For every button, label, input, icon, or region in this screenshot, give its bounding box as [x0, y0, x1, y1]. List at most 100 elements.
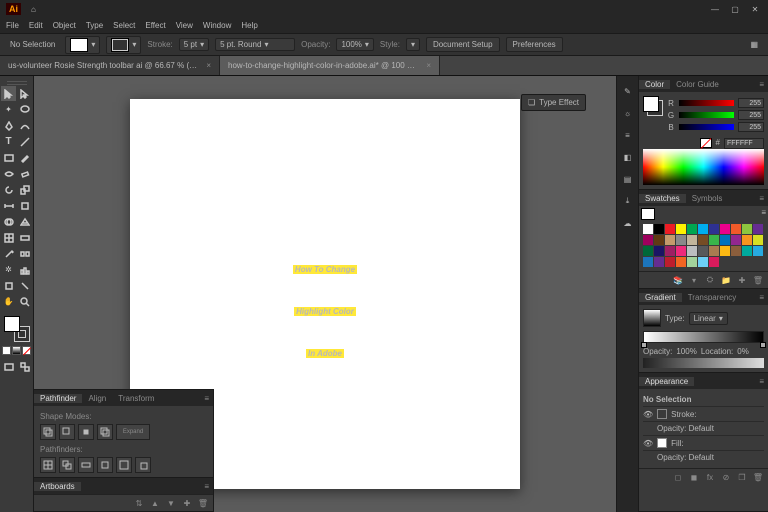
add-effect-icon[interactable]: fx	[704, 471, 716, 483]
new-swatch-icon[interactable]: ✚	[736, 274, 748, 286]
swatch[interactable]	[742, 246, 752, 256]
tab-transparency[interactable]: Transparency	[682, 293, 743, 302]
tab-color[interactable]: Color	[639, 80, 670, 89]
tab-pathfinder[interactable]: Pathfinder	[34, 394, 82, 403]
free-transform-tool[interactable]	[17, 198, 32, 213]
minimize-button[interactable]: —	[708, 4, 722, 14]
move-down-icon[interactable]: ▼	[165, 497, 177, 509]
scale-tool[interactable]	[17, 182, 32, 197]
width-tool[interactable]	[1, 198, 16, 213]
slice-tool[interactable]	[17, 278, 32, 293]
menu-edit[interactable]: Edit	[29, 21, 43, 30]
swatch[interactable]	[687, 257, 697, 267]
color-spectrum[interactable]	[643, 149, 764, 185]
swatch[interactable]	[698, 235, 708, 245]
grad-location[interactable]: 0%	[737, 347, 749, 356]
g-slider[interactable]	[679, 112, 734, 118]
swatch[interactable]	[665, 224, 675, 234]
swatch[interactable]	[753, 235, 763, 245]
add-fill-icon[interactable]: ◼	[688, 471, 700, 483]
tab-transform[interactable]: Transform	[112, 394, 160, 403]
opacity-ramp[interactable]	[643, 358, 764, 368]
symbols-icon[interactable]: ☼	[621, 106, 635, 120]
exclude-button[interactable]	[97, 424, 113, 440]
brush-preset[interactable]: 5 pt. Round ▾	[215, 38, 295, 51]
trash-icon[interactable]: 🗑	[752, 471, 764, 483]
panel-menu-icon[interactable]: ≡	[753, 377, 768, 386]
r-slider[interactable]	[679, 100, 734, 106]
home-icon[interactable]: ⌂	[31, 5, 36, 14]
style-preset[interactable]: ▾	[406, 38, 420, 51]
menu-window[interactable]: Window	[203, 21, 231, 30]
swatch[interactable]	[687, 224, 697, 234]
hand-tool[interactable]: ✋	[1, 294, 16, 309]
perspective-tool[interactable]	[17, 214, 32, 229]
swatch[interactable]	[742, 235, 752, 245]
opacity-row[interactable]: Opacity: Default	[657, 424, 714, 433]
asset-export-icon[interactable]: ⤓	[621, 194, 635, 208]
swatch[interactable]	[665, 257, 675, 267]
color-mode-gradient[interactable]	[12, 346, 21, 355]
eye-icon[interactable]: 👁	[643, 410, 653, 419]
panel-menu-icon[interactable]: ≡	[753, 80, 768, 89]
trash-icon[interactable]: 🗑	[197, 497, 209, 509]
rotate-tool[interactable]	[1, 182, 16, 197]
swatch[interactable]	[698, 246, 708, 256]
move-up-icon[interactable]: ▲	[149, 497, 161, 509]
rearrange-icon[interactable]: ⇅	[133, 497, 145, 509]
tab-swatches[interactable]: Swatches	[639, 194, 686, 203]
swatch-list-icon[interactable]: ≡	[761, 208, 766, 220]
paintbrush-tool[interactable]	[17, 150, 32, 165]
type-tool[interactable]: T	[1, 134, 16, 149]
b-slider[interactable]	[679, 124, 734, 130]
swatch[interactable]	[654, 246, 664, 256]
libraries-icon[interactable]: ☁	[621, 216, 635, 230]
eye-icon[interactable]: 👁	[643, 439, 653, 448]
swatch[interactable]	[654, 257, 664, 267]
swatch[interactable]	[687, 235, 697, 245]
expand-button[interactable]: Expand	[116, 424, 150, 440]
preferences-button[interactable]: Preferences	[506, 37, 563, 52]
eyedropper-tool[interactable]	[1, 246, 16, 261]
stroke-row[interactable]: Stroke:	[671, 410, 696, 419]
swatch[interactable]	[731, 224, 741, 234]
direct-selection-tool[interactable]	[17, 86, 32, 101]
screen-mode-normal[interactable]	[1, 359, 16, 374]
swatch[interactable]	[676, 224, 686, 234]
menu-select[interactable]: Select	[113, 21, 135, 30]
new-group-icon[interactable]: 📁	[720, 274, 732, 286]
screen-mode-toggle[interactable]	[17, 359, 32, 374]
hex-input[interactable]	[724, 138, 764, 149]
swatch[interactable]	[709, 246, 719, 256]
rectangle-tool[interactable]	[1, 150, 16, 165]
swatch-kind-icon[interactable]: ▾	[688, 274, 700, 286]
swatch[interactable]	[731, 235, 741, 245]
pen-tool[interactable]	[1, 118, 16, 133]
stroke-chip[interactable]	[657, 409, 667, 419]
close-tab-icon[interactable]: ×	[426, 61, 431, 70]
maximize-button[interactable]: ▢	[728, 4, 742, 14]
swatch[interactable]	[709, 224, 719, 234]
intersect-button[interactable]	[78, 424, 94, 440]
panel-menu-icon[interactable]: ≡	[198, 482, 213, 491]
tab-gradient[interactable]: Gradient	[639, 293, 682, 302]
stroke-swatch[interactable]: ▾	[106, 36, 141, 54]
menu-file[interactable]: File	[6, 21, 19, 30]
swatch[interactable]	[709, 257, 719, 267]
line-tool[interactable]	[17, 134, 32, 149]
layers-icon[interactable]: ▤	[621, 172, 635, 186]
gradient-stop[interactable]	[641, 342, 647, 348]
swatch[interactable]	[753, 224, 763, 234]
merge-button[interactable]	[78, 457, 94, 473]
swatch[interactable]	[654, 224, 664, 234]
column-graph-tool[interactable]	[17, 262, 32, 277]
trim-button[interactable]	[59, 457, 75, 473]
fill-swatch[interactable]: ▾	[65, 36, 100, 54]
shaper-tool[interactable]	[1, 166, 16, 181]
new-artboard-icon[interactable]: ✚	[181, 497, 193, 509]
arrange-docs-icon[interactable]: ▦	[746, 39, 762, 50]
artboard-tool[interactable]	[1, 278, 16, 293]
tab-symbols[interactable]: Symbols	[686, 194, 729, 203]
opacity-row[interactable]: Opacity: Default	[657, 453, 714, 462]
swatch[interactable]	[720, 224, 730, 234]
